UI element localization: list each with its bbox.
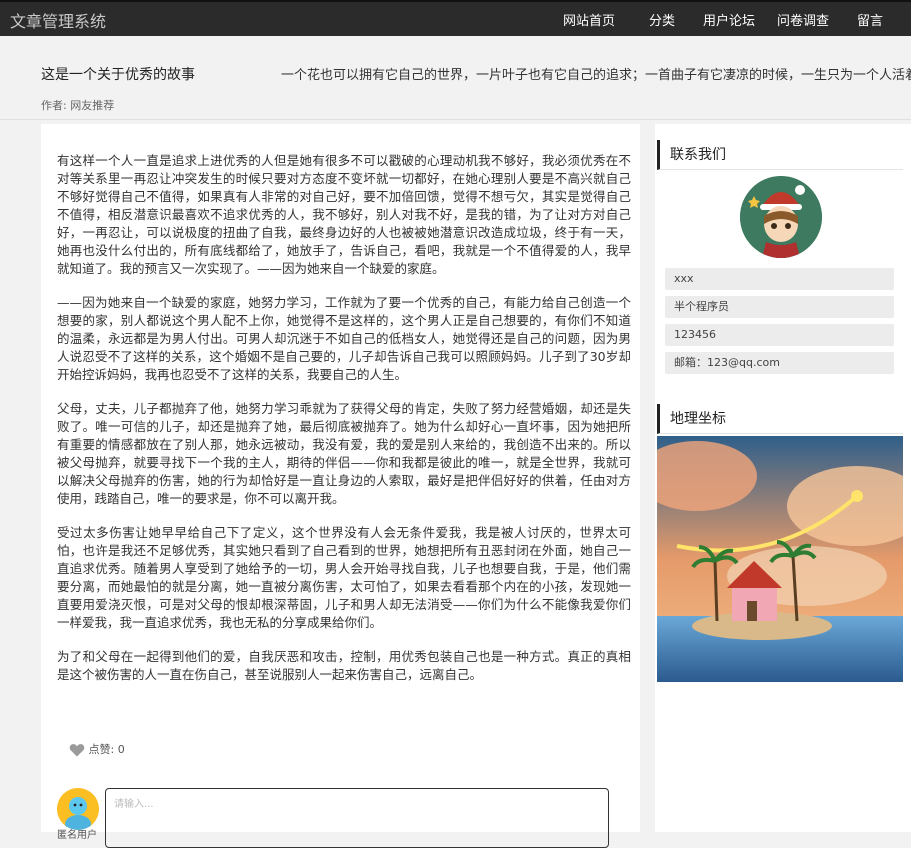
info-name: xxx (665, 268, 894, 290)
profile-avatar-image (740, 176, 822, 258)
contact-section-title: 联系我们 (670, 147, 726, 163)
article-paragraph: 受过太多伤害让她早早给自己下了定义，这个世界没有人会无条件爱我，我是被人讨厌的，… (57, 525, 631, 630)
map-section-title: 地理坐标 (670, 411, 726, 427)
article-panel: 有这样一个人一直是追求上进优秀的人但是她有很多不可以戳破的心理动机我不够好，我必… (41, 124, 640, 848)
commenter-name: 匿名用户 (57, 830, 97, 841)
article-header: 这是一个关于优秀的故事 一个花也可以拥有它自己的世界，一片叶子也有它自己的追求；… (41, 64, 911, 86)
article-paragraph: ——因为她来自一个缺爱的家庭，她努力学习，工作就为了要一个优秀的自己，有能力给自… (57, 295, 631, 382)
map-landscape-image (657, 436, 903, 682)
site-brand[interactable]: 文章管理系统 (10, 8, 106, 32)
article-paragraph: 有这样一个人一直是追求上进优秀的人但是她有很多不可以戳破的心理动机我不够好，我必… (57, 153, 631, 276)
article-paragraph: 父母，丈夫，儿子都抛弃了他，她努力学习乖就为了获得父母的肯定，失败了努力经营婚姻… (57, 401, 631, 506)
like-button[interactable]: 点赞: 0 (69, 741, 125, 759)
heart-icon (69, 744, 85, 757)
info-phone: 123456 (665, 324, 894, 346)
nav-link-home[interactable]: 网站首页 (563, 10, 615, 29)
info-email: 邮箱：123@qq.com (665, 352, 894, 374)
user-avatar-icon (57, 788, 99, 830)
like-count: 点赞: 0 (88, 743, 125, 756)
info-title: 半个程序员 (665, 296, 894, 318)
article-author: 作者: 网友推荐 (41, 99, 115, 112)
top-navbar: 文章管理系统 网站首页 分类 用户论坛 问卷调查 留言 (0, 0, 911, 36)
nav-link-forum[interactable]: 用户论坛 (703, 10, 755, 29)
article-paragraph: 为了和父母在一起得到他们的爱，自我厌恶和攻击，控制，用优秀包装自己也是一种方式。… (57, 649, 631, 682)
nav-link-survey[interactable]: 问卷调查 (777, 10, 829, 29)
comment-input[interactable]: 请输入... (105, 788, 609, 848)
article-body: 有这样一个人一直是追求上进优秀的人但是她有很多不可以戳破的心理动机我不够好，我必… (57, 152, 631, 700)
article-title: 这是一个关于优秀的故事 (41, 67, 195, 83)
map-section-header: 地理坐标 (657, 404, 903, 434)
sidebar: 联系我们 xxx 半个程序员 123456 邮箱：123@qq.com 地理坐标 (655, 124, 911, 832)
header-divider (0, 119, 911, 120)
nav-link-category[interactable]: 分类 (649, 10, 675, 29)
contact-section-header: 联系我们 (657, 140, 903, 170)
article-tagline: 一个花也可以拥有它自己的世界，一片叶子也有它自己的追求；一首曲子有它凄凉的时候，… (281, 68, 911, 83)
nav-link-message[interactable]: 留言 (857, 10, 883, 29)
